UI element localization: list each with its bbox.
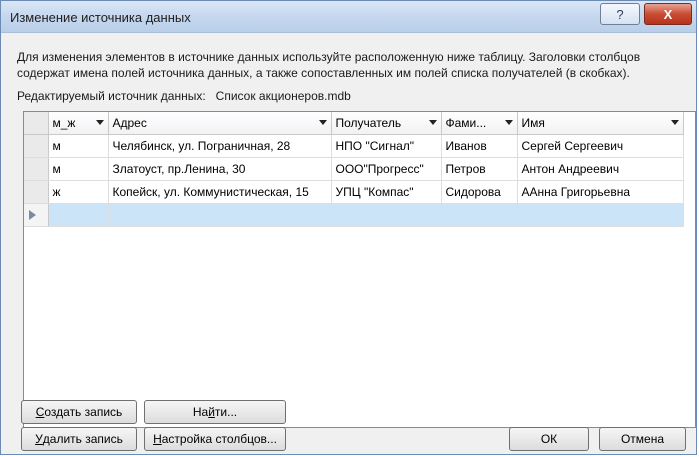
- table-row[interactable]: м Златоуст, пр.Ленина, 30 ООО"Прогресс" …: [24, 157, 684, 181]
- data-grid[interactable]: м_ж Адрес Получатель Фами... Имя м Челяб…: [23, 111, 696, 428]
- button-label: астройка столбцов...: [161, 432, 277, 446]
- row-selector[interactable]: [24, 134, 49, 158]
- column-header-label: Фами...: [445, 116, 487, 130]
- table-cell[interactable]: м: [48, 157, 109, 181]
- row-pointer-icon: [29, 210, 36, 220]
- table-cell[interactable]: Сергей Сергеевич: [517, 134, 684, 158]
- records-table: м_ж Адрес Получатель Фами... Имя м Челяб…: [24, 112, 684, 227]
- window-title: Изменение источника данных: [10, 10, 191, 25]
- dropdown-arrow-icon[interactable]: [670, 120, 679, 125]
- cancel-button[interactable]: Отмена: [599, 427, 686, 451]
- button-label: ти...: [214, 405, 238, 419]
- new-record-row[interactable]: [24, 203, 684, 227]
- dropdown-arrow-icon[interactable]: [318, 120, 327, 125]
- table-cell[interactable]: Златоуст, пр.Ленина, 30: [108, 157, 332, 181]
- help-button[interactable]: ?: [600, 3, 640, 25]
- data-source-label: Редактируемый источник данных:: [17, 89, 206, 103]
- table-cell[interactable]: Петров: [441, 157, 518, 181]
- column-header-address[interactable]: Адрес: [108, 112, 332, 135]
- button-label: далить запись: [42, 432, 123, 446]
- column-header-name[interactable]: Имя: [517, 112, 684, 135]
- data-source-info: Редактируемый источник данных: Список акц…: [17, 89, 361, 103]
- accelerator-key: й: [208, 405, 215, 419]
- column-header-recipient[interactable]: Получатель: [331, 112, 442, 135]
- table-cell[interactable]: [48, 203, 109, 227]
- column-header-label: м_ж: [52, 116, 76, 130]
- table-cell[interactable]: ж: [48, 180, 109, 204]
- button-label: На: [192, 405, 209, 419]
- table-cell[interactable]: ААнна Григорьевна: [517, 180, 684, 204]
- table-cell[interactable]: ООО"Прогресс": [331, 157, 442, 181]
- dropdown-arrow-icon[interactable]: [428, 120, 437, 125]
- create-record-button[interactable]: Создать запись: [21, 400, 137, 424]
- table-cell[interactable]: [441, 203, 518, 227]
- column-header-label: Имя: [521, 116, 545, 130]
- title-bar[interactable]: Изменение источника данных ? X: [1, 1, 696, 33]
- find-button[interactable]: На й ти...: [144, 400, 286, 424]
- instructions-text: Для изменения элементов в источнике данн…: [17, 50, 641, 80]
- dialog-body: Для изменения элементов в источнике данн…: [7, 39, 696, 451]
- close-button[interactable]: X: [644, 3, 692, 25]
- table-cell[interactable]: Челябинск, ул. Пограничная, 28: [108, 134, 332, 158]
- accelerator-key: Н: [153, 432, 162, 446]
- accelerator-key: С: [35, 405, 45, 419]
- column-header-surname[interactable]: Фами...: [441, 112, 518, 135]
- table-cell[interactable]: м: [48, 134, 109, 158]
- row-selector-header: [24, 112, 49, 135]
- button-label: оздать запись: [44, 405, 123, 419]
- column-header-gender[interactable]: м_ж: [48, 112, 109, 135]
- table-cell[interactable]: УПЦ "Компас": [331, 180, 442, 204]
- table-cell[interactable]: [331, 203, 442, 227]
- row-selector[interactable]: [24, 157, 49, 181]
- table-cell[interactable]: НПО "Сигнал": [331, 134, 442, 158]
- table-row[interactable]: ж Копейск, ул. Коммунистическая, 15 УПЦ …: [24, 180, 684, 204]
- dialog-window: Изменение источника данных ? X Для измен…: [0, 0, 697, 455]
- ok-button[interactable]: ОК: [509, 427, 589, 451]
- data-source-name: Список акционеров.mdb: [215, 89, 351, 103]
- dropdown-arrow-icon[interactable]: [504, 120, 513, 125]
- table-cell[interactable]: Антон Андреевич: [517, 157, 684, 181]
- column-header-label: Получатель: [335, 116, 402, 130]
- delete-record-button[interactable]: Удалить запись: [21, 427, 137, 451]
- accelerator-key: У: [35, 432, 43, 446]
- column-settings-button[interactable]: Настройка столбцов...: [144, 427, 286, 451]
- table-row[interactable]: м Челябинск, ул. Пограничная, 28 НПО "Си…: [24, 134, 684, 158]
- table-cell[interactable]: [517, 203, 684, 227]
- table-cell[interactable]: Иванов: [441, 134, 518, 158]
- row-selector[interactable]: [24, 203, 49, 227]
- table-cell[interactable]: [108, 203, 332, 227]
- row-selector[interactable]: [24, 180, 49, 204]
- table-cell[interactable]: Сидорова: [441, 180, 518, 204]
- table-cell[interactable]: Копейск, ул. Коммунистическая, 15: [108, 180, 332, 204]
- column-header-label: Адрес: [112, 116, 147, 130]
- header-row: м_ж Адрес Получатель Фами... Имя: [24, 112, 684, 135]
- dropdown-arrow-icon[interactable]: [95, 120, 104, 125]
